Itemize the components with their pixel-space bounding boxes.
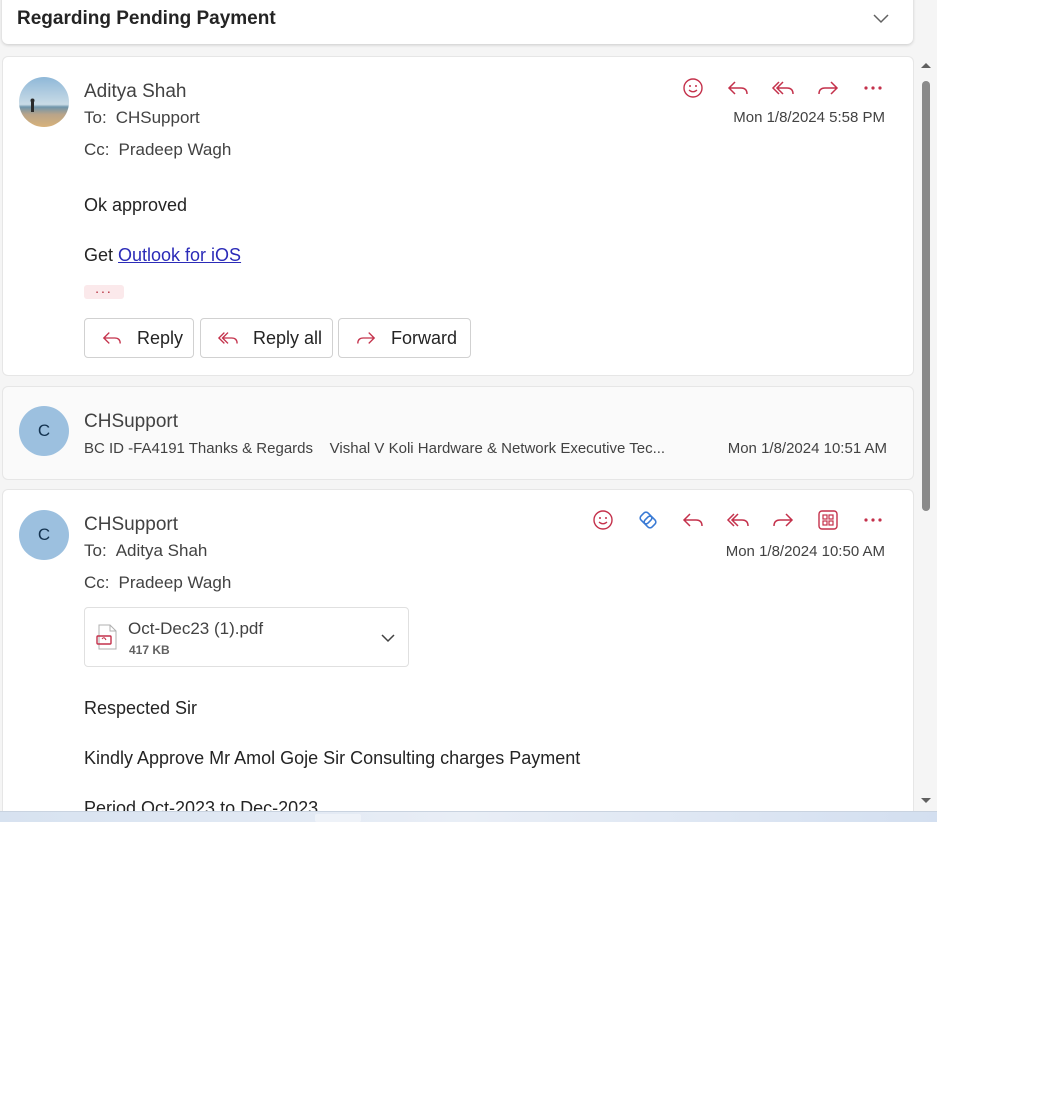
sender-name[interactable]: CHSupport xyxy=(84,411,178,433)
bottom-edge-bar xyxy=(0,811,937,822)
resize-handle[interactable] xyxy=(315,814,361,822)
reply-icon xyxy=(102,332,121,344)
reply-all-icon-button[interactable] xyxy=(724,506,752,534)
avatar[interactable] xyxy=(19,77,69,127)
message-body-line: Respected Sir xyxy=(84,698,198,718)
reply-all-button[interactable]: Reply all xyxy=(200,318,333,358)
sender-name[interactable]: CHSupport xyxy=(84,514,178,536)
show-trimmed-content-button[interactable]: ... xyxy=(84,281,124,299)
reply-all-icon xyxy=(771,81,794,95)
more-actions-button[interactable] xyxy=(859,74,887,102)
forward-icon xyxy=(818,81,839,95)
to-line: To: Aditya Shah xyxy=(84,541,207,561)
message-date: Mon 1/8/2024 5:58 PM xyxy=(733,109,885,126)
loop-icon xyxy=(639,511,657,529)
outlook-ios-link[interactable]: Outlook for iOS xyxy=(118,245,241,265)
avatar-photo xyxy=(19,77,69,127)
reply-all-icon-button[interactable] xyxy=(769,74,797,102)
reply-all-button-label: Reply all xyxy=(253,327,323,348)
pdf-file-icon xyxy=(96,624,117,650)
cc-line: Cc: Pradeep Wagh xyxy=(84,573,231,593)
cc-label: Cc: xyxy=(84,573,110,592)
smile-icon xyxy=(593,510,613,530)
to-recipient[interactable]: CHSupport xyxy=(116,108,200,127)
scroll-thumb[interactable] xyxy=(922,81,930,511)
more-icon xyxy=(864,86,882,90)
attachment-name: Oct-Dec23 (1).pdf xyxy=(128,619,264,638)
forward-icon-button[interactable] xyxy=(814,74,842,102)
signature-line: Get Outlook for iOS xyxy=(84,245,241,266)
react-button[interactable] xyxy=(589,506,617,534)
apps-icon xyxy=(818,510,838,530)
reply-button-label: Reply xyxy=(137,327,184,348)
reply-icon-button[interactable] xyxy=(679,506,707,534)
message-body-text: Ok approved xyxy=(84,195,188,215)
reply-all-icon xyxy=(726,513,749,527)
cc-line: Cc: Pradeep Wagh xyxy=(84,140,231,160)
reply-icon xyxy=(727,81,748,95)
avatar[interactable]: C xyxy=(19,406,69,456)
reading-pane: Regarding Pending Payment Aditya Shah To… xyxy=(0,0,937,822)
forward-icon xyxy=(357,332,376,344)
signature-prefix: Get xyxy=(84,245,119,265)
loop-button[interactable] xyxy=(634,506,662,534)
apps-button[interactable] xyxy=(814,506,842,534)
message-preview: BC ID -FA4191 Thanks & Regards Vishal V … xyxy=(84,440,666,457)
collapsed-message-card[interactable]: C CHSupport BC ID -FA4191 Thanks & Regar… xyxy=(2,386,914,480)
more-actions-button[interactable] xyxy=(859,506,887,534)
vertical-scrollbar[interactable] xyxy=(917,57,935,809)
smile-icon xyxy=(683,78,703,98)
reply-icon xyxy=(682,513,703,527)
scroll-up-arrow-icon[interactable] xyxy=(921,63,931,68)
attachment-card[interactable]: Oct-Dec23 (1).pdf 417 KB xyxy=(84,607,409,667)
subject-title: Regarding Pending Payment xyxy=(17,8,276,29)
forward-icon-button[interactable] xyxy=(769,506,797,534)
to-label: To: xyxy=(84,541,107,560)
reply-icon-button[interactable] xyxy=(724,74,752,102)
chevron-down-icon[interactable] xyxy=(379,629,397,647)
message-date: Mon 1/8/2024 10:50 AM xyxy=(725,543,885,560)
cc-label: Cc: xyxy=(84,140,110,159)
forward-button-label: Forward xyxy=(391,327,458,348)
message-card: C CHSupport To: Aditya Shah Cc: Pradeep Wa… xyxy=(2,489,914,822)
forward-icon xyxy=(773,513,794,527)
attachment-size: 417 KB xyxy=(129,643,170,657)
scroll-down-arrow-icon[interactable] xyxy=(921,798,931,803)
chevron-down-icon[interactable] xyxy=(871,8,891,28)
message-date: Mon 1/8/2024 10:51 AM xyxy=(727,440,887,457)
avatar[interactable]: C xyxy=(19,510,69,560)
cc-recipient[interactable]: Pradeep Wagh xyxy=(119,573,232,592)
reply-all-icon xyxy=(217,332,238,344)
message-body-line: Kindly Approve Mr Amol Goje Sir Consulti… xyxy=(84,748,581,768)
cc-recipient[interactable]: Pradeep Wagh xyxy=(119,140,232,159)
reply-button[interactable]: Reply xyxy=(84,318,194,358)
react-button[interactable] xyxy=(679,74,707,102)
to-label: To: xyxy=(84,108,107,127)
conversation-header: Regarding Pending Payment xyxy=(2,0,913,44)
sender-name[interactable]: Aditya Shah xyxy=(84,81,186,103)
more-icon xyxy=(864,518,882,522)
forward-button[interactable]: Forward xyxy=(338,318,471,358)
to-recipient[interactable]: Aditya Shah xyxy=(116,541,208,560)
to-line: To: CHSupport xyxy=(84,108,200,128)
message-card: Aditya Shah To: CHSupport Cc: Pradeep Wagh… xyxy=(2,56,914,376)
